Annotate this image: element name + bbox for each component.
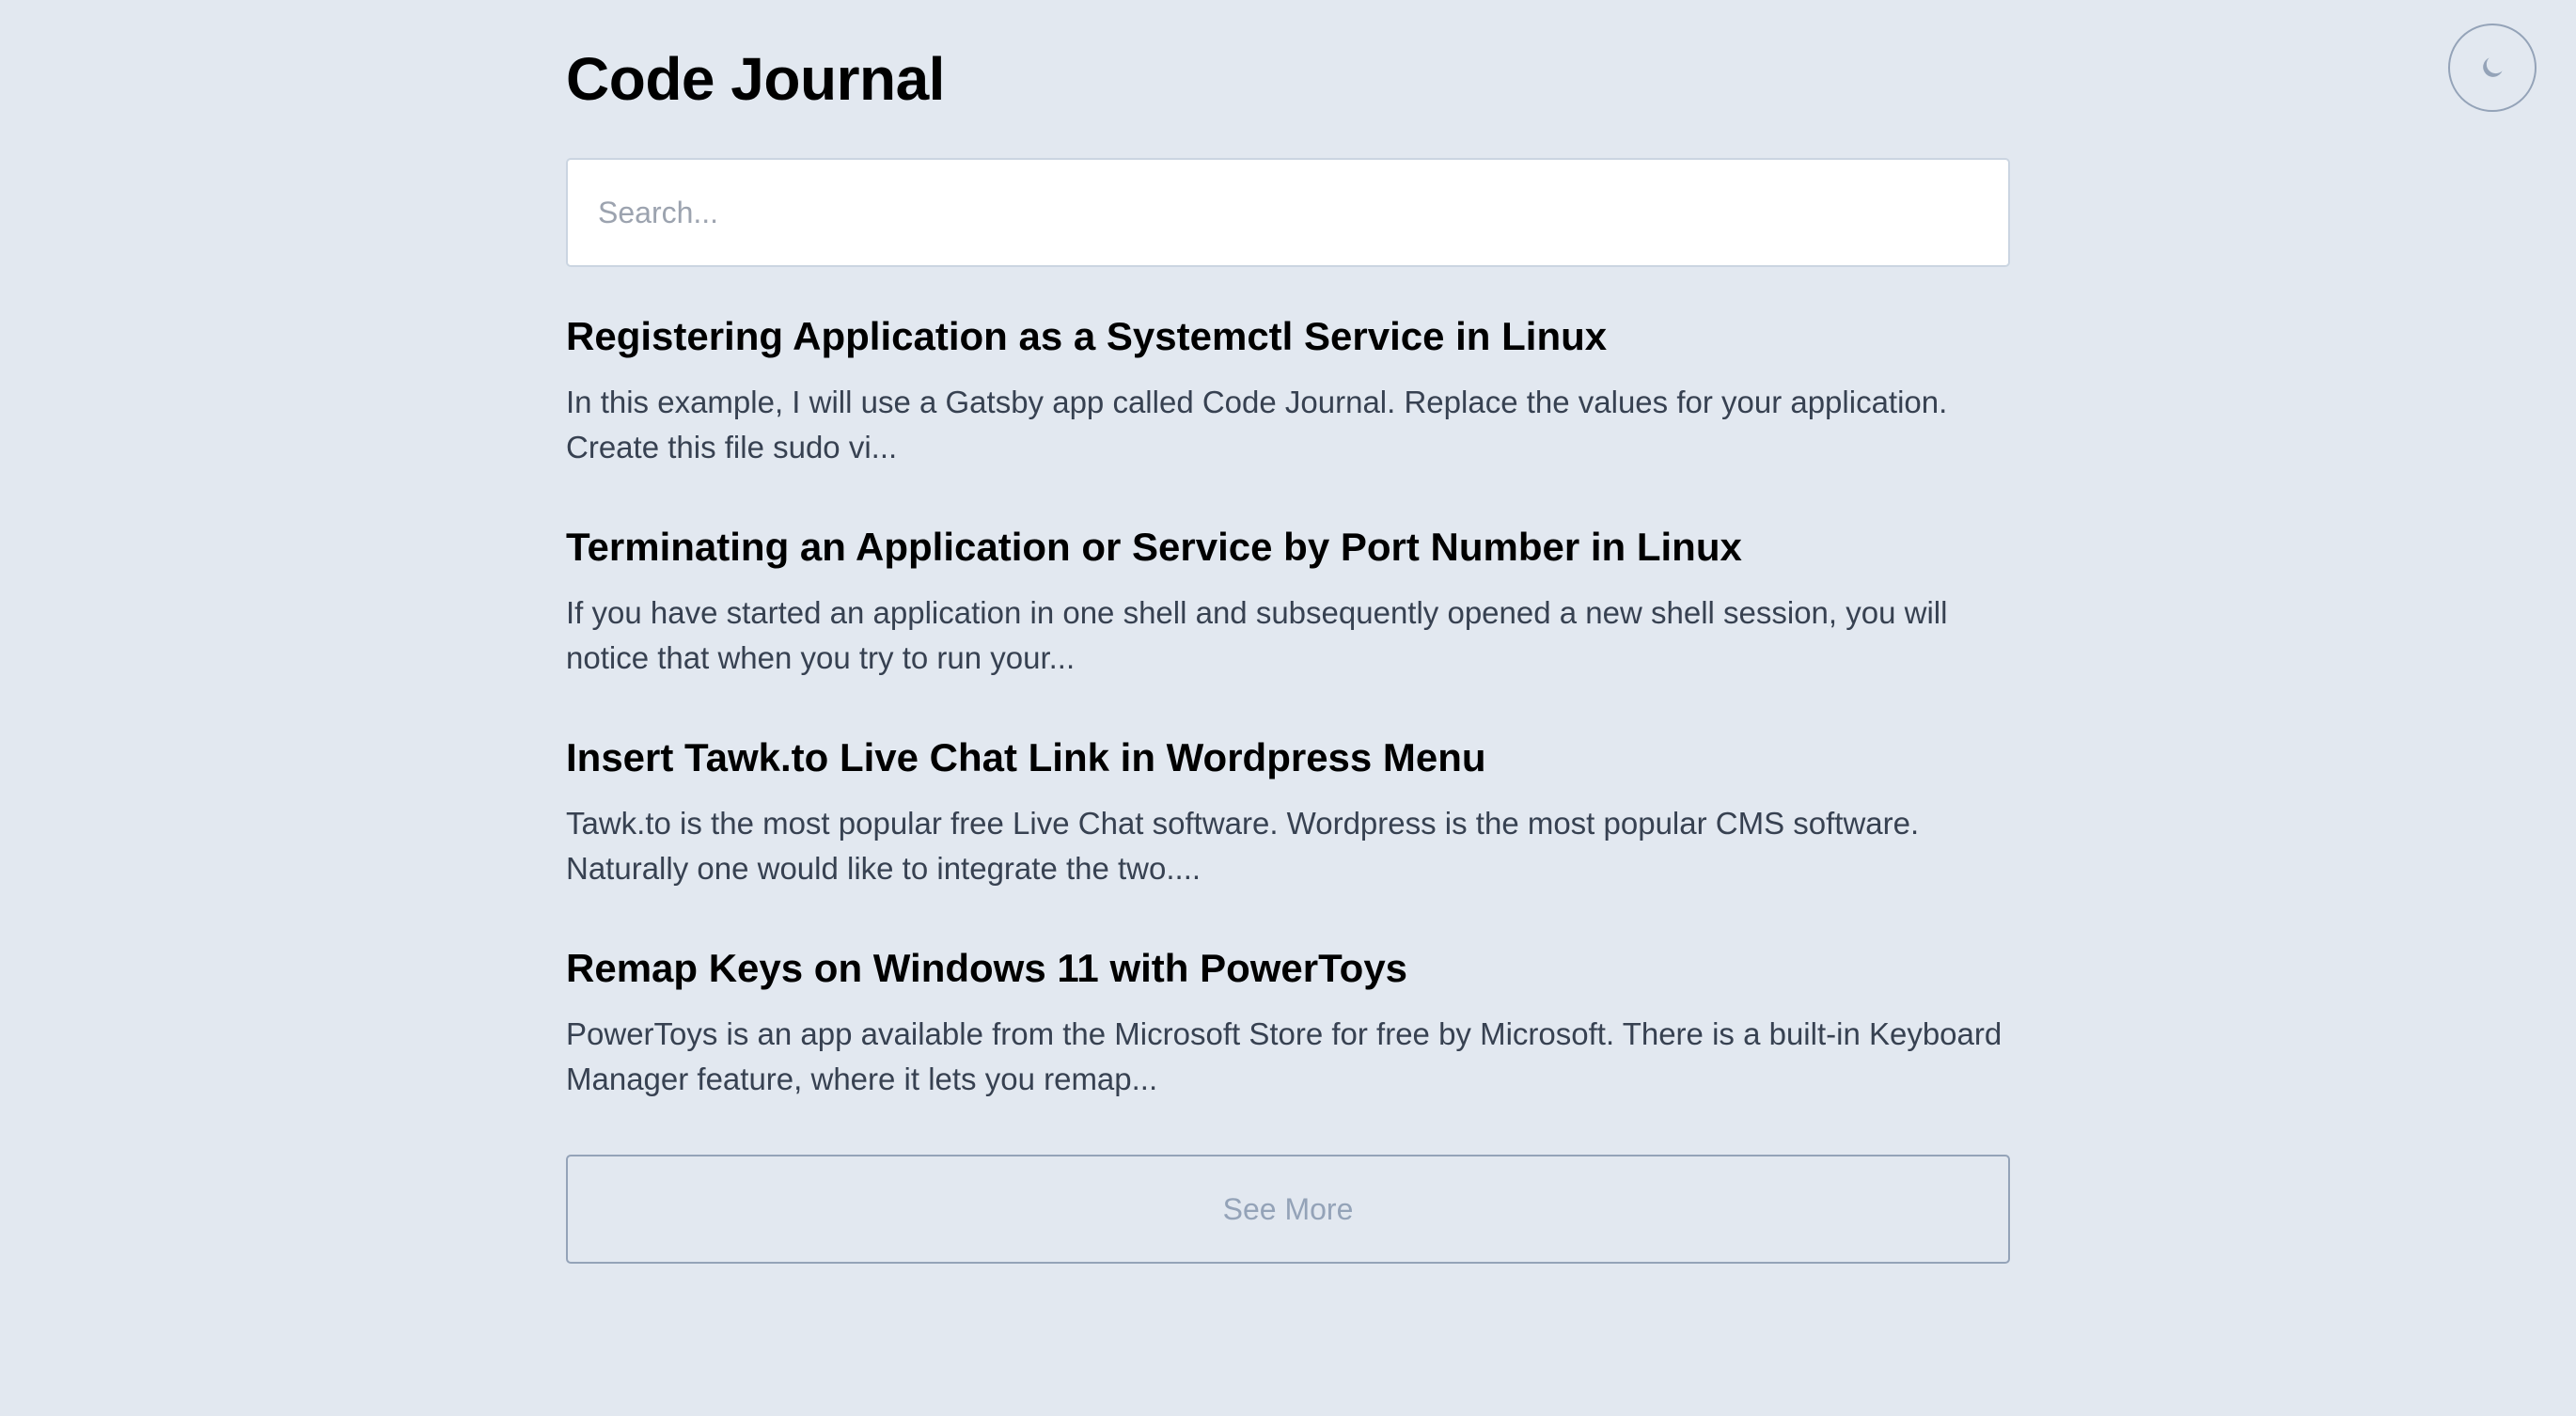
post-excerpt: Tawk.to is the most popular free Live Ch… xyxy=(566,806,1920,886)
search-input[interactable] xyxy=(566,158,2010,267)
post-excerpt: PowerToys is an app available from the M… xyxy=(566,1016,2003,1096)
post-title-link[interactable]: Terminating an Application or Service by… xyxy=(566,521,2010,574)
post-title-link[interactable]: Registering Application as a Systemctl S… xyxy=(566,310,2010,363)
post-title-link[interactable]: Insert Tawk.to Live Chat Link in Wordpre… xyxy=(566,732,2010,784)
post-item: Registering Application as a Systemctl S… xyxy=(566,310,2010,470)
theme-toggle-button[interactable] xyxy=(2448,24,2537,112)
post-title-link[interactable]: Remap Keys on Windows 11 with PowerToys xyxy=(566,942,2010,995)
post-excerpt: In this example, I will use a Gatsby app… xyxy=(566,385,1948,464)
post-item: Insert Tawk.to Live Chat Link in Wordpre… xyxy=(566,732,2010,891)
site-title[interactable]: Code Journal xyxy=(566,41,945,117)
see-more-button[interactable]: See More xyxy=(566,1155,2010,1264)
moon-icon xyxy=(2478,54,2506,82)
post-item: Remap Keys on Windows 11 with PowerToys … xyxy=(566,942,2010,1102)
post-item: Terminating an Application or Service by… xyxy=(566,521,2010,681)
post-excerpt: If you have started an application in on… xyxy=(566,595,1948,675)
